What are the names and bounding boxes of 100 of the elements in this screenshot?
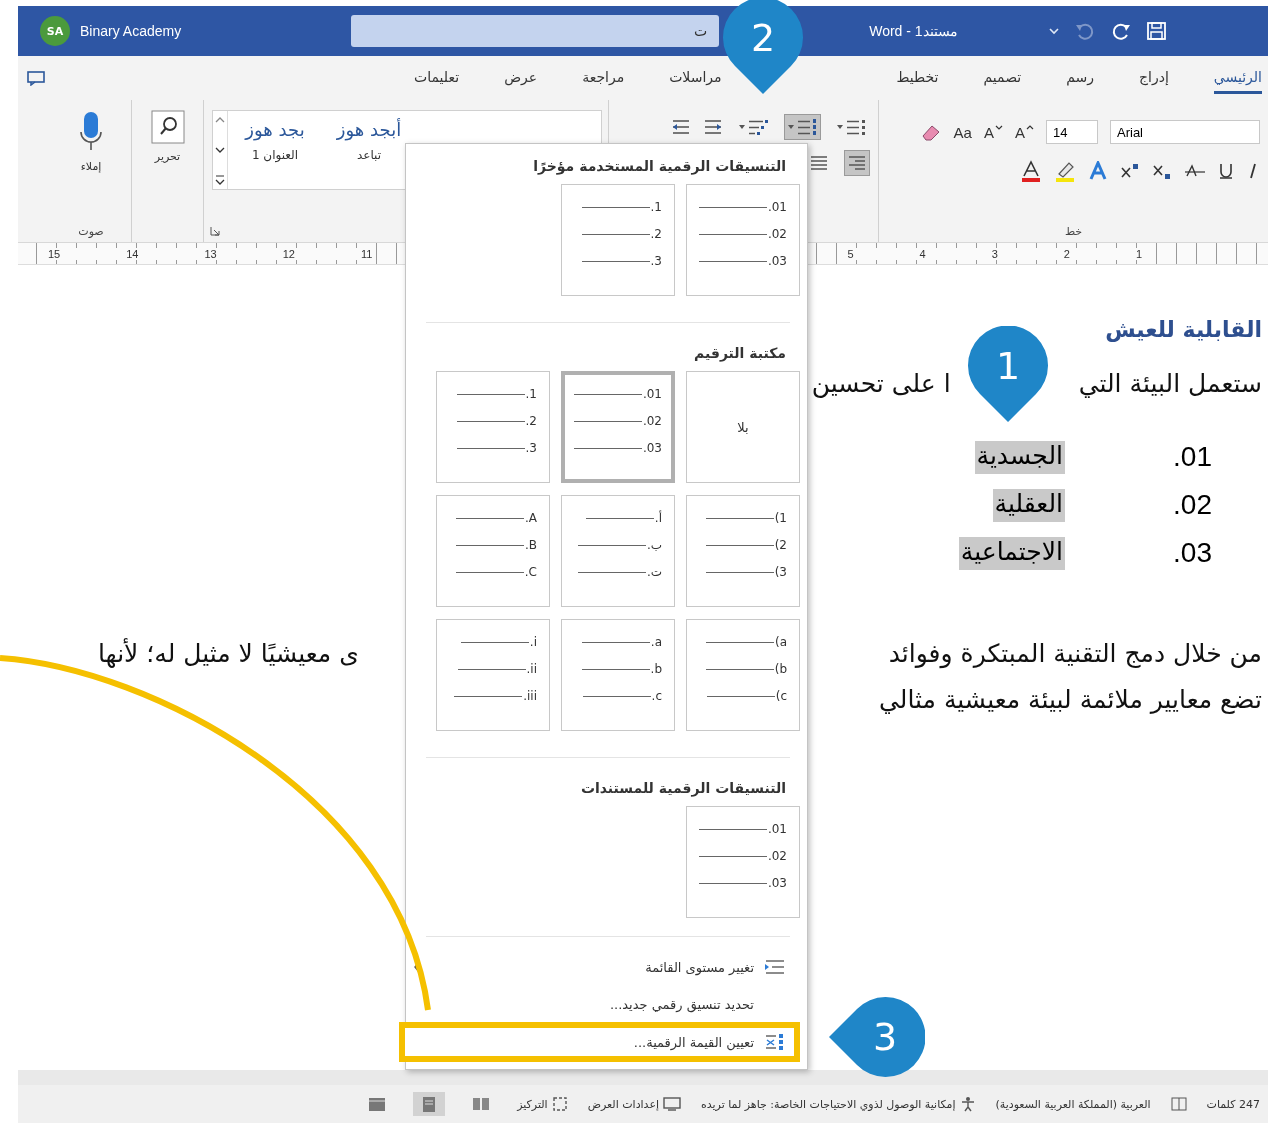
list-marker: a)	[774, 635, 787, 649]
change-case-button[interactable]: Aa	[953, 123, 972, 141]
focus-icon	[551, 1096, 568, 1112]
comment-icon[interactable]	[26, 70, 46, 86]
style-sample: بجد هوز	[245, 119, 305, 140]
list-marker: 3.	[650, 254, 662, 268]
text-effects-icon[interactable]	[1088, 161, 1108, 181]
numbering-option[interactable]: أ. ب. ت.	[561, 495, 675, 607]
list-number: 01.	[1172, 441, 1212, 473]
list-marker: A.	[524, 511, 537, 525]
ribbon-tab[interactable]: الرئيسي	[1213, 62, 1262, 94]
ribbon-tab[interactable]: تخطيط	[896, 62, 939, 94]
list-number: 03.	[1172, 537, 1212, 569]
list-marker: 02.	[642, 414, 662, 428]
style-option[interactable]: بجد هوز العنوان 1	[228, 111, 322, 170]
list-marker: أ.	[654, 511, 662, 525]
ribbon-tab[interactable]: مراسلات	[669, 62, 722, 94]
menu-item[interactable]: تغيير مستوى القائمة	[399, 947, 800, 987]
ruler-number: 15	[48, 247, 61, 260]
list-marker: 03.	[767, 876, 787, 890]
ribbon-tab[interactable]: مراجعة	[582, 62, 625, 94]
save-icon[interactable]	[1145, 21, 1168, 41]
display-settings-button[interactable]: إعدادات العرض	[587, 1096, 681, 1112]
menu-item[interactable]: تعيين القيمة الرقمية...	[399, 1022, 800, 1062]
dictate-button[interactable]: إملاء	[76, 108, 106, 175]
numbering-option[interactable]: 01. 02. 03.	[686, 806, 800, 918]
font-color-icon[interactable]	[1020, 160, 1042, 182]
section-heading: التنسيقات الرقمية المستخدمة مؤخرًا	[532, 157, 787, 177]
align-right-icon[interactable]	[844, 150, 870, 176]
list-marker: ب.	[646, 538, 662, 552]
numbering-list-button[interactable]	[784, 114, 821, 140]
list-marker: 02.	[767, 227, 787, 241]
ribbon-tab[interactable]: رسم	[1066, 62, 1094, 94]
selected-text: الاجتماعية	[958, 536, 1065, 570]
list-marker: 01.	[767, 200, 787, 214]
shrink-font-button[interactable]: A	[983, 123, 1003, 141]
callout-marker: 1	[968, 326, 1048, 422]
numbering-option[interactable]: 1) 2) 3)	[686, 495, 800, 607]
numbering-option[interactable]: بلا	[686, 371, 800, 483]
window-title: Word - مستند1	[869, 23, 958, 39]
list-marker: c)	[775, 689, 787, 703]
superscript-icon[interactable]	[1120, 162, 1140, 180]
list-marker: 3)	[774, 565, 787, 579]
numbering-option[interactable]: 1. 2. 3.	[561, 184, 675, 296]
numbering-option[interactable]: 01. 02. 03.	[561, 371, 675, 483]
increase-indent-icon[interactable]	[671, 117, 691, 137]
list-marker: i.	[529, 635, 537, 649]
menu-item[interactable]: تحديد تنسيق رقمي جديد...	[399, 987, 800, 1022]
numbering-option[interactable]: a. b. c.	[561, 619, 675, 731]
numbering-option[interactable]: i. ii. iii.	[436, 619, 550, 731]
style-name: تباعد	[356, 148, 382, 162]
account-name: Binary Academy	[80, 23, 182, 39]
ribbon-tab[interactable]: عرض	[504, 62, 538, 94]
print-view-icon[interactable]	[413, 1092, 446, 1116]
body-text: تضع معايير ملائمة لبيئة معيشية مثالي	[878, 685, 1262, 716]
numbering-option[interactable]: a) b) c)	[686, 619, 800, 731]
avatar[interactable]: SA	[40, 16, 70, 46]
ribbon-tab[interactable]: إدراج	[1139, 62, 1169, 94]
underline-icon[interactable]	[1218, 162, 1234, 180]
list-marker: 2.	[525, 414, 537, 428]
list-marker: ت.	[646, 565, 662, 579]
accessibility-status[interactable]: إمكانية الوصول لذوي الاحتياجات الخاصة: جاهز لما تريده	[701, 1096, 976, 1112]
ruler-number: 2	[1063, 247, 1070, 260]
language-status[interactable]: العربية (المملكة العربية السعودية)	[995, 1097, 1151, 1111]
selected-text: الجسدية	[974, 440, 1065, 474]
callout-marker: 2	[723, 0, 803, 94]
caret-icon[interactable]	[1047, 26, 1060, 36]
dialog-launcher-icon[interactable]	[210, 226, 220, 236]
font-size-field[interactable]: 14	[1046, 120, 1098, 144]
numbering-option[interactable]: 1. 2. 3.	[436, 371, 550, 483]
ruler-number: 12	[282, 247, 295, 260]
word-count[interactable]: 247 كلمات	[1206, 1097, 1260, 1111]
ribbon-tab[interactable]: تصميم	[983, 62, 1022, 94]
book-icon[interactable]	[1170, 1097, 1187, 1111]
document-heading: القابلية للعيش	[1105, 317, 1262, 344]
list-number: 02.	[1172, 489, 1212, 521]
decrease-indent-icon[interactable]	[703, 117, 723, 137]
style-sample: أبجد هوز	[336, 119, 402, 140]
numbering-option[interactable]: 01. 02. 03.	[686, 184, 800, 296]
ruler-number: 11	[361, 247, 373, 260]
caret-up-icon	[1026, 123, 1034, 131]
highlighter-icon[interactable]	[1054, 160, 1076, 182]
list-marker: a.	[650, 635, 662, 649]
focus-button[interactable]: التركيز	[517, 1096, 568, 1112]
caret-icon	[787, 124, 795, 130]
body-text: ستعمل البيئة التي	[1078, 369, 1262, 400]
editing-button[interactable]: تحرير	[148, 108, 187, 165]
ribbon-tab[interactable]: تعليمات	[414, 62, 460, 94]
ruler-number: 5	[847, 247, 854, 260]
list-level-icon	[764, 957, 786, 977]
list-marker: c.	[651, 689, 662, 703]
ruler-number: 13	[204, 247, 217, 260]
numbering-option[interactable]: A. B. C.	[436, 495, 550, 607]
list-marker: 02.	[767, 849, 787, 863]
caret-down-icon	[995, 123, 1003, 131]
list-marker: C.	[524, 565, 537, 579]
search-field[interactable]: ت	[351, 15, 720, 47]
font-name-field[interactable]: Arial	[1110, 120, 1260, 144]
grow-font-button[interactable]: A	[1015, 123, 1034, 141]
list-marker: 2)	[774, 538, 787, 552]
